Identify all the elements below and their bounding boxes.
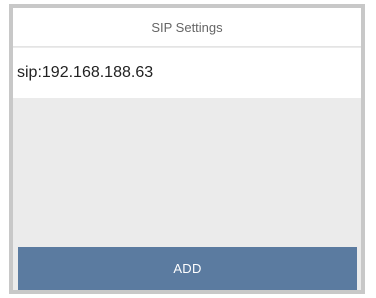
sip-entry-address: sip:192.168.188.63 xyxy=(17,64,154,81)
sip-entry-item[interactable]: sip:192.168.188.63 xyxy=(13,48,361,98)
add-button[interactable]: ADD xyxy=(18,247,357,290)
dialog-frame: SIP Settings sip:192.168.188.63 ADD xyxy=(9,4,365,294)
page-title: SIP Settings xyxy=(13,8,361,47)
